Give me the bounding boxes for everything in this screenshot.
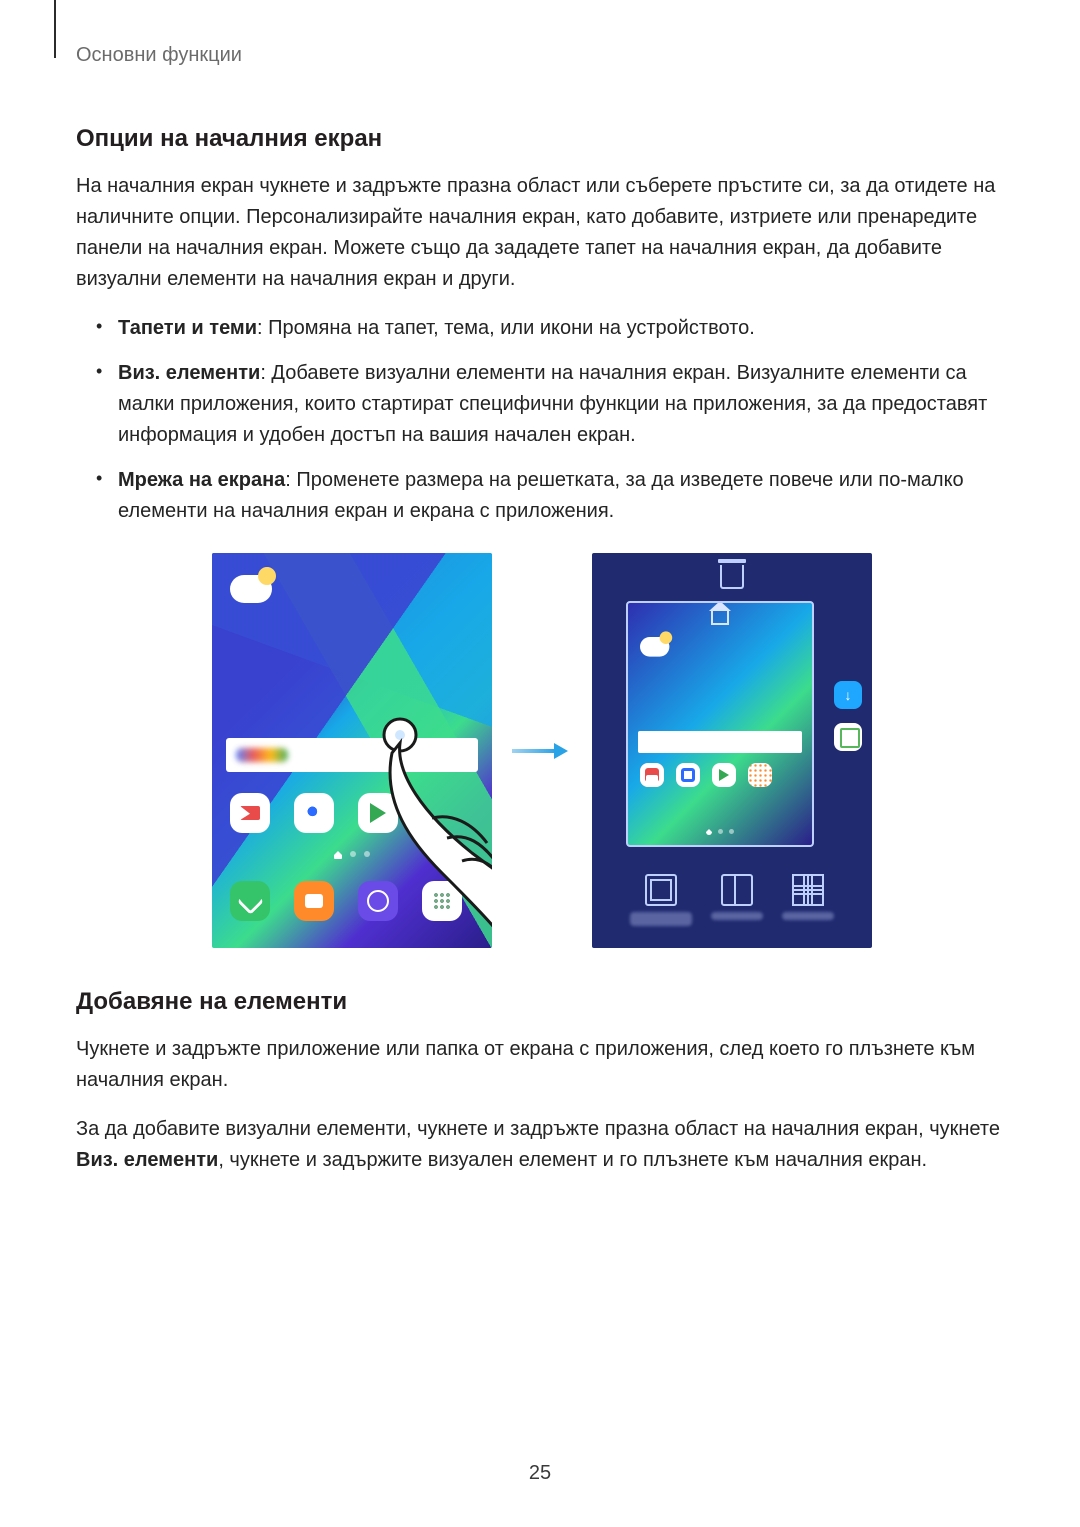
bullet-bold: Тапети и теми <box>118 317 257 339</box>
figure-row: ↓ <box>76 553 1008 948</box>
play-store-icon <box>712 763 736 787</box>
arrow-right-icon <box>512 749 562 753</box>
weather-icon <box>230 575 272 603</box>
internet-icon <box>358 881 398 921</box>
heading-home-options: Опции на началния екран <box>76 125 1008 153</box>
bullet-bold: Виз. елементи <box>118 362 260 384</box>
list-item: Мрежа на екрана: Променете размера на ре… <box>118 465 1008 527</box>
screen-grid-button <box>782 874 834 926</box>
trash-icon <box>720 565 744 589</box>
apps-drawer-icon <box>748 763 772 787</box>
para-add-items-2: За да добавите визуални елементи, чукнет… <box>76 1114 1008 1176</box>
para-add-items-1: Чукнете и задръжте приложение или папка … <box>76 1034 1008 1096</box>
phone-icon <box>230 881 270 921</box>
intro-paragraph: На началния екран чукнете и задръжте пра… <box>76 171 1008 295</box>
figure-phone-home <box>212 553 492 948</box>
mini-search-bar <box>638 731 802 753</box>
mail-icon <box>640 763 664 787</box>
dock-row <box>230 881 462 921</box>
play-store-icon <box>358 793 398 833</box>
para2-post: , чукнете и задържите визуален елемент и… <box>218 1149 927 1171</box>
mail-icon <box>230 793 270 833</box>
browser-icon <box>294 793 334 833</box>
running-head: Основни функции <box>76 40 1008 71</box>
list-item: Тапети и теми: Промяна на тапет, тема, и… <box>118 313 1008 344</box>
home-options-toolbar <box>592 874 872 926</box>
mic-widget-icon: ↓ <box>834 681 862 709</box>
figure-phone-overview: ↓ <box>592 553 872 948</box>
page-number: 25 <box>0 1462 1080 1485</box>
mini-app-row <box>640 763 772 787</box>
app-row <box>230 793 398 833</box>
list-item: Виз. елементи: Добавете визуални елемент… <box>118 358 1008 451</box>
side-widgets: ↓ <box>834 681 862 751</box>
heading-add-items: Добавяне на елементи <box>76 988 1008 1016</box>
bullet-bold: Мрежа на екрана <box>118 469 285 491</box>
para2-pre: За да добавите визуални елементи, чукнет… <box>76 1118 1000 1140</box>
messages-icon <box>294 881 334 921</box>
home-icon <box>711 611 729 625</box>
home-panel-thumbnail <box>626 601 814 847</box>
bullet-text: : Промяна на тапет, тема, или икони на у… <box>257 317 755 339</box>
apps-drawer-icon <box>422 881 462 921</box>
browser-icon <box>676 763 700 787</box>
wallpapers-button <box>630 874 692 926</box>
widgets-button <box>711 874 763 926</box>
page-indicator <box>628 829 812 835</box>
google-search-bar <box>226 738 478 772</box>
weather-icon <box>640 637 669 657</box>
page-indicator <box>212 851 492 859</box>
calendar-widget-icon <box>834 723 862 751</box>
options-list: Тапети и теми: Промяна на тапет, тема, и… <box>76 313 1008 527</box>
para2-bold: Виз. елементи <box>76 1149 218 1171</box>
